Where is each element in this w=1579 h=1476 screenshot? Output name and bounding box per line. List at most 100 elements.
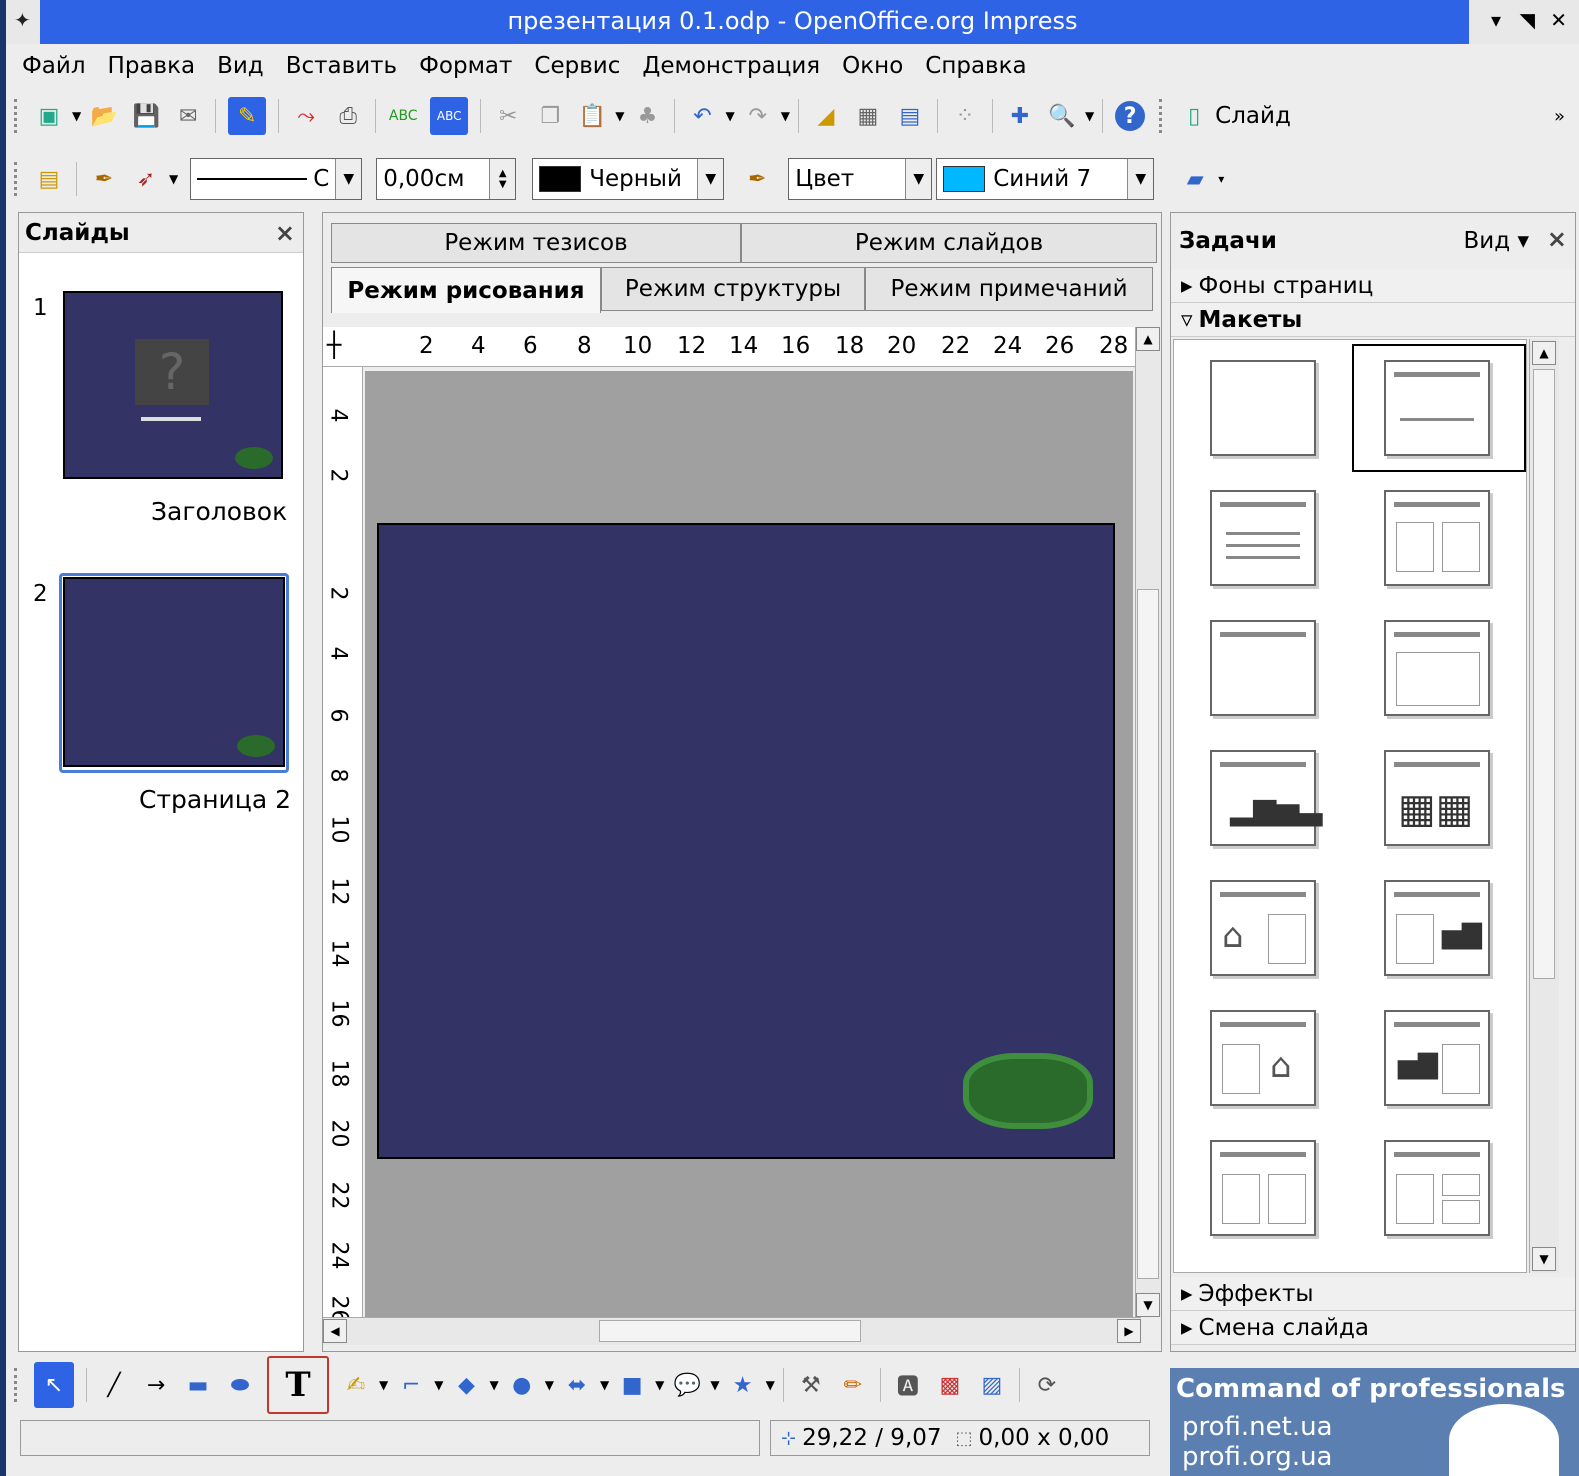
- current-slide[interactable]: [377, 523, 1115, 1159]
- layout-title-content[interactable]: [1210, 490, 1316, 586]
- tab-structure[interactable]: Режим структуры: [601, 267, 865, 311]
- connector-icon[interactable]: ⌐: [396, 1370, 426, 1400]
- zoom-icon[interactable]: 🔍: [1047, 101, 1077, 131]
- tab-drawing[interactable]: Режим рисования: [331, 267, 601, 313]
- copy-icon[interactable]: ❐: [535, 101, 565, 131]
- slide-icon[interactable]: ▯: [1179, 101, 1209, 131]
- new-document-icon[interactable]: ▣: [34, 101, 64, 131]
- flowchart-icon[interactable]: ■: [617, 1370, 647, 1400]
- chart-icon[interactable]: ◢: [811, 101, 841, 131]
- menu-tools[interactable]: Сервис: [534, 53, 620, 79]
- layout-blank[interactable]: [1210, 360, 1316, 456]
- line-icon[interactable]: ✒: [89, 164, 119, 194]
- layout-text-2-objects[interactable]: [1384, 1140, 1490, 1236]
- section-custom-animation[interactable]: ▸ Эффекты: [1171, 1277, 1575, 1311]
- block-arrows-dropdown-icon[interactable]: ▼: [600, 1378, 609, 1392]
- line-color-select[interactable]: Черный ▼: [532, 158, 725, 200]
- paste-icon[interactable]: 📋: [577, 101, 607, 131]
- callouts-dropdown-icon[interactable]: ▼: [710, 1378, 719, 1392]
- edit-file-icon[interactable]: ✎: [228, 97, 267, 135]
- slide-button-label[interactable]: Слайд: [1215, 103, 1291, 129]
- new-dropdown-icon[interactable]: ▼: [72, 109, 81, 123]
- tab-outline[interactable]: Режим тезисов: [331, 223, 741, 263]
- maximize-icon[interactable]: ◥: [1520, 8, 1535, 32]
- export-pdf-icon[interactable]: ⤳: [291, 101, 321, 131]
- slide-thumbnail-1[interactable]: ?: [63, 291, 283, 479]
- arrow-style-icon[interactable]: ➶: [131, 164, 161, 194]
- redo-dropdown-icon[interactable]: ▼: [781, 109, 790, 123]
- section-master-pages[interactable]: ▸ Фоны страниц: [1171, 269, 1575, 303]
- layout-title-2-content[interactable]: [1384, 490, 1490, 586]
- line-width-field[interactable]: 0,00см ▲ ▼: [376, 158, 517, 200]
- help-icon[interactable]: ?: [1115, 101, 1146, 131]
- toolbar2-overflow-icon[interactable]: ▾: [1218, 172, 1224, 186]
- print-icon[interactable]: ⎙: [333, 101, 363, 131]
- layout-text-chart[interactable]: ▅▇: [1384, 880, 1490, 976]
- layout-title-object[interactable]: [1210, 620, 1316, 716]
- line-tool-icon[interactable]: ╱: [99, 1370, 129, 1400]
- redo-icon[interactable]: ↷: [743, 101, 773, 131]
- from-file-icon[interactable]: ▩: [935, 1370, 965, 1400]
- styles-icon[interactable]: ▤: [34, 164, 64, 194]
- layout-title-table[interactable]: ▦▦: [1384, 750, 1490, 846]
- stars-dropdown-icon[interactable]: ▼: [766, 1378, 775, 1392]
- area-icon[interactable]: ✒: [742, 164, 772, 194]
- curve-dropdown-icon[interactable]: ▼: [379, 1378, 388, 1392]
- line-style-dropdown-icon[interactable]: ▼: [335, 159, 362, 199]
- autospellcheck-icon[interactable]: ABC: [430, 97, 469, 135]
- horizontal-scroll-thumb[interactable]: [599, 1320, 861, 1342]
- menu-help[interactable]: Справка: [925, 53, 1026, 79]
- scroll-up-icon[interactable]: ▲: [1532, 341, 1556, 365]
- symbol-shapes-icon[interactable]: ●: [507, 1370, 537, 1400]
- arrow-style-dropdown-icon[interactable]: ▼: [169, 172, 178, 186]
- area-style-dropdown-icon[interactable]: ▼: [905, 159, 932, 199]
- layout-title-box[interactable]: [1384, 620, 1490, 716]
- email-icon[interactable]: ✉: [173, 101, 203, 131]
- tasks-view-menu[interactable]: Вид ▾: [1464, 228, 1530, 254]
- layout-chart-text[interactable]: ▅▇: [1384, 1010, 1490, 1106]
- vertical-scrollbar[interactable]: ▲ ▼: [1135, 327, 1161, 1317]
- points-icon[interactable]: ⚒: [796, 1370, 826, 1400]
- close-slides-pane-icon[interactable]: ×: [275, 219, 295, 247]
- flowchart-dropdown-icon[interactable]: ▼: [655, 1378, 664, 1392]
- stars-icon[interactable]: ★: [728, 1370, 758, 1400]
- menu-format[interactable]: Формат: [419, 53, 512, 79]
- fontwork-icon[interactable]: 🅰: [893, 1370, 923, 1400]
- glue-points-icon[interactable]: ✏: [838, 1370, 868, 1400]
- rectangle-icon[interactable]: ▬: [183, 1370, 213, 1400]
- close-icon[interactable]: ✕: [1550, 8, 1567, 32]
- menu-file[interactable]: Файл: [22, 53, 86, 79]
- grid-icon[interactable]: ⁘: [950, 101, 980, 131]
- toolbar-grip[interactable]: [14, 162, 20, 196]
- tab-slide-sorter[interactable]: Режим слайдов: [741, 223, 1157, 263]
- scroll-left-icon[interactable]: ◀: [323, 1319, 347, 1343]
- line-style-select[interactable]: C ▼: [190, 158, 363, 200]
- layout-text-clipart[interactable]: ⌂: [1210, 1010, 1316, 1106]
- zoom-dropdown-icon[interactable]: ▼: [1085, 109, 1094, 123]
- layout-title-chart[interactable]: ▂▆▅▃: [1210, 750, 1322, 846]
- line-color-dropdown-icon[interactable]: ▼: [697, 159, 724, 199]
- vertical-scroll-thumb[interactable]: [1137, 589, 1159, 1279]
- callouts-icon[interactable]: 💬: [672, 1370, 702, 1400]
- undo-icon[interactable]: ↶: [687, 101, 717, 131]
- toolbar-overflow-icon[interactable]: »: [1554, 106, 1565, 127]
- scroll-down-icon[interactable]: ▼: [1532, 1247, 1556, 1271]
- block-arrows-icon[interactable]: ⬌: [562, 1370, 592, 1400]
- undo-dropdown-icon[interactable]: ▼: [725, 109, 734, 123]
- tab-stop-icon[interactable]: ┼: [327, 331, 341, 359]
- curve-icon[interactable]: ✍: [341, 1370, 371, 1400]
- menu-view[interactable]: Вид: [217, 53, 264, 79]
- rotate-icon[interactable]: ⟳: [1032, 1370, 1062, 1400]
- navigator-icon[interactable]: ✚: [1005, 101, 1035, 131]
- basic-shapes-icon[interactable]: ◆: [451, 1370, 481, 1400]
- text-tool-icon[interactable]: T: [267, 1356, 329, 1414]
- clone-format-icon[interactable]: ♣: [632, 101, 662, 131]
- slide-thumbnail-2[interactable]: [63, 577, 285, 767]
- ellipse-icon[interactable]: ⬬: [225, 1370, 255, 1400]
- section-layouts[interactable]: ▿ Макеты: [1171, 303, 1575, 337]
- save-icon[interactable]: 💾: [131, 101, 161, 131]
- menu-window[interactable]: Окно: [842, 53, 903, 79]
- scroll-down-icon[interactable]: ▼: [1136, 1293, 1160, 1317]
- toolbar-grip[interactable]: [1159, 99, 1165, 133]
- toolbar-grip[interactable]: [14, 1368, 20, 1402]
